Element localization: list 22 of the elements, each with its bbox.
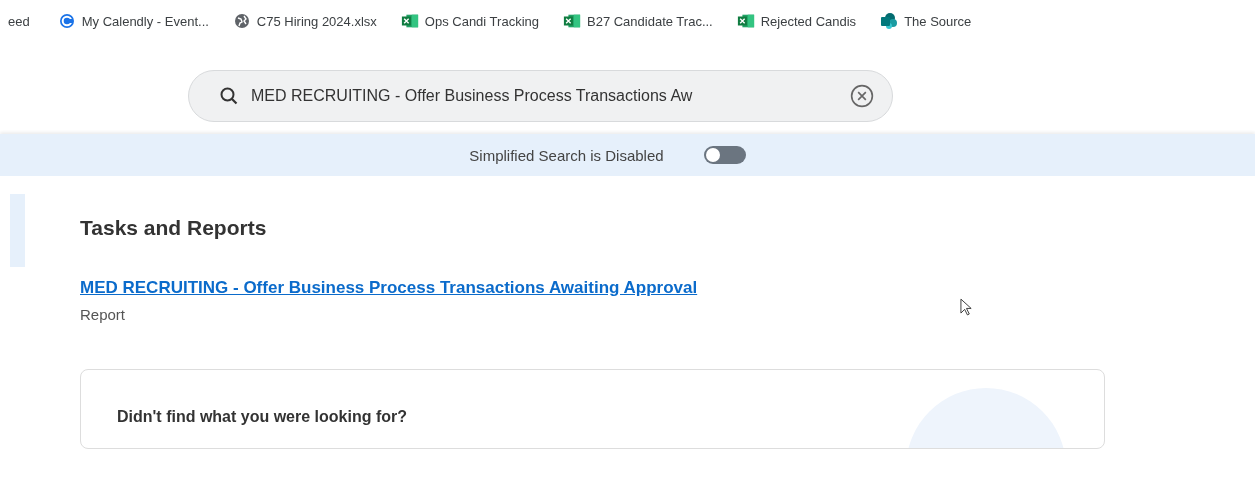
spreadsheet-icon	[400, 13, 419, 29]
card-title: Didn't find what you were looking for?	[117, 408, 407, 425]
bookmark-link[interactable]: B27 Candidate Trac...	[563, 13, 713, 29]
bookmark-link[interactable]: Rejected Candis	[736, 13, 857, 29]
clear-icon[interactable]	[850, 84, 874, 108]
result-link[interactable]: MED RECRUITING - Offer Business Process Transactions Awaiting Approval	[80, 278, 698, 298]
search-icon	[219, 86, 239, 106]
bookmark-link[interactable]: Ops Candi Tracking	[400, 13, 539, 29]
search-field[interactable]: MED RECRUITING - Offer Business Process Transactions Aw	[251, 87, 838, 105]
pointer-icon	[960, 298, 973, 317]
result-type: Report	[80, 306, 126, 323]
sharepoint-logo-icon	[880, 13, 899, 29]
toggle-switch[interactable]	[703, 146, 746, 164]
bookmark-link[interactable]: C75 Hiring 2024.xlsx	[232, 13, 377, 29]
section-title: Tasks and Reports	[80, 216, 268, 240]
bookmark-link[interactable]: My Calendly - Event...	[57, 13, 209, 29]
spreadsheet-icon	[563, 13, 581, 29]
banner-text: Simplified Search is Disabled	[469, 146, 664, 164]
search-bar[interactable]: MED RECRUITING - Offer Business Process Transactions Aw	[188, 70, 893, 122]
spreadsheet-icon	[736, 13, 755, 29]
bookmark-link[interactable]: The Source	[880, 13, 972, 29]
bookmark-link[interactable]: eed	[8, 13, 34, 29]
